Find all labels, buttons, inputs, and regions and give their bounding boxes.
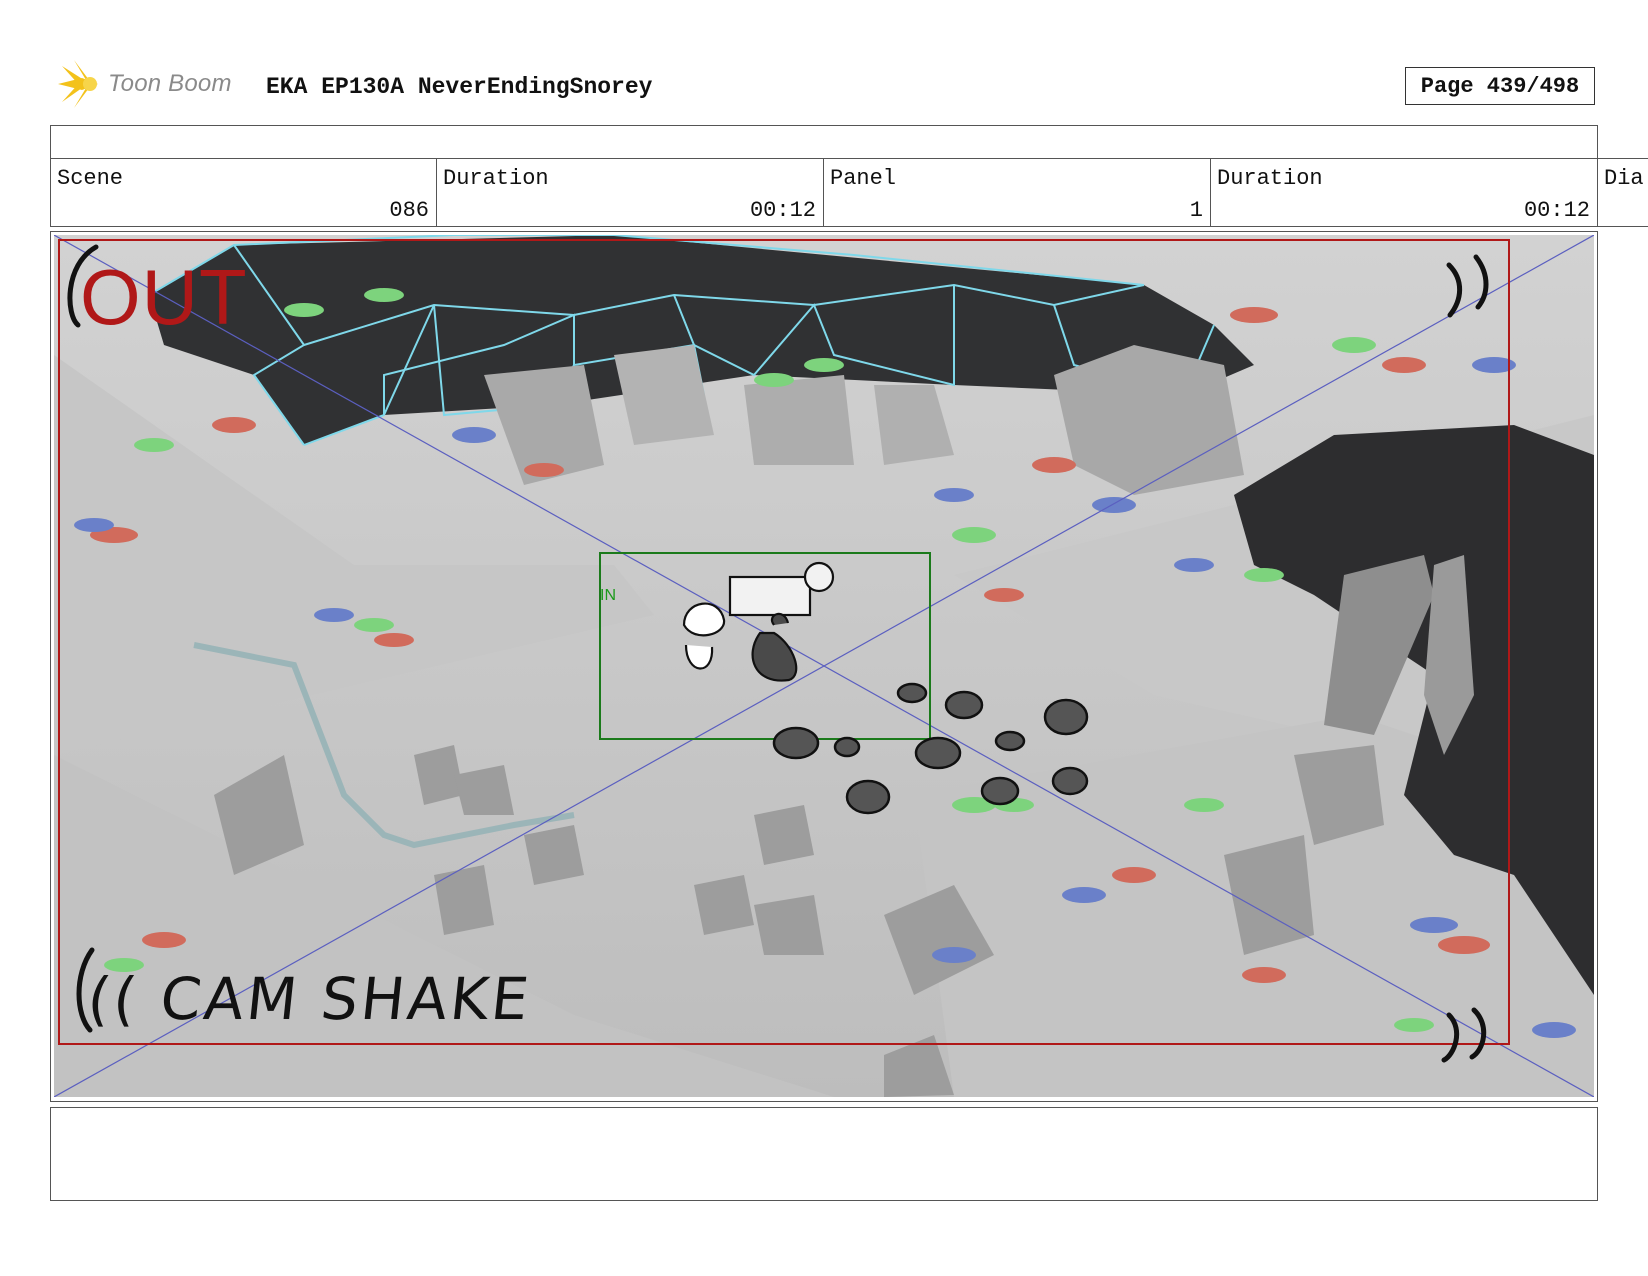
scene-value: 086 bbox=[389, 198, 429, 223]
dialogue-cell: Dia bbox=[1597, 159, 1648, 226]
scene-duration-value: 00:12 bbox=[749, 198, 816, 223]
scene-duration-cell: Duration 00:12 bbox=[436, 159, 824, 226]
document-title: EKA EP130A NeverEndingSnorey bbox=[266, 74, 653, 100]
starburst-icon bbox=[58, 60, 98, 108]
logo-text: Toon Boom bbox=[108, 70, 232, 97]
in-frame-label: IN bbox=[600, 587, 616, 604]
scene-duration-label: Duration bbox=[443, 166, 549, 191]
panel-duration-label: Duration bbox=[1217, 166, 1323, 191]
toon-boom-logo: Toon Boom bbox=[52, 58, 232, 110]
cam-shake-annotation: (( CAM SHAKE bbox=[84, 965, 535, 1033]
panel-label: Panel bbox=[830, 166, 897, 191]
panel-duration-cell: Duration 00:12 bbox=[1210, 159, 1598, 226]
scene-cell: Scene 086 bbox=[50, 159, 437, 226]
header-strip bbox=[50, 125, 1598, 159]
notes-box bbox=[50, 1107, 1598, 1201]
panel-cell: Panel 1 bbox=[823, 159, 1211, 226]
scene-label: Scene bbox=[57, 166, 124, 191]
info-row: Scene 086 Duration 00:12 Panel 1 Duratio… bbox=[50, 158, 1648, 227]
dialogue-label: Dia bbox=[1604, 166, 1644, 191]
out-frame-label: OUT bbox=[80, 253, 248, 341]
page-number: Page 439/498 bbox=[1405, 67, 1595, 105]
panel-value: 1 bbox=[1189, 198, 1203, 223]
panel-duration-value: 00:12 bbox=[1523, 198, 1590, 223]
